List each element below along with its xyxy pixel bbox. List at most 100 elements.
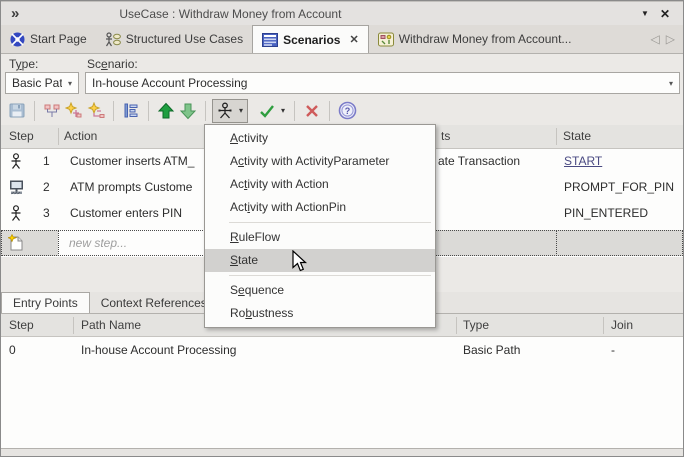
- step-action[interactable]: Customer enters PIN: [70, 206, 182, 220]
- column-divider[interactable]: [58, 128, 59, 145]
- column-header-step: Step: [9, 318, 34, 332]
- toolbar-separator: [205, 101, 206, 121]
- menu-item-ruleflow[interactable]: RuleFlow: [205, 226, 435, 249]
- tab-label: Start Page: [30, 32, 87, 46]
- structure-icon: [43, 102, 61, 120]
- check-icon: [258, 102, 276, 120]
- add-sibling-step-button[interactable]: [63, 100, 85, 122]
- tab-label: Scenarios: [283, 33, 340, 47]
- tab-scenarios[interactable]: Scenarios ✕: [252, 25, 369, 53]
- system-icon: [8, 179, 25, 199]
- svg-text:?: ?: [344, 106, 350, 116]
- outline-icon: [122, 102, 140, 120]
- column-divider[interactable]: [556, 128, 557, 145]
- tab-context-references[interactable]: Context References: [90, 292, 219, 313]
- tab-nav-next-icon[interactable]: ▷: [666, 32, 675, 46]
- delete-x-icon: [303, 102, 321, 120]
- step-action[interactable]: ATM prompts Custome: [70, 180, 192, 194]
- help-icon: ?: [338, 101, 357, 120]
- entry-type: Basic Path: [463, 343, 520, 357]
- menu-item-activity-with-activityparameter[interactable]: Activity with ActivityParameter: [205, 150, 435, 173]
- scenario-list-icon: [262, 33, 278, 47]
- use-case-icon: [105, 32, 121, 47]
- window-close-icon[interactable]: ✕: [655, 7, 675, 21]
- titlebar: » UseCase : Withdraw Money from Account …: [1, 1, 683, 25]
- generate-diagram-dropdown-arrow[interactable]: ▾: [236, 106, 246, 115]
- scenarios-editor-window: » UseCase : Withdraw Money from Account …: [0, 0, 684, 457]
- column-divider[interactable]: [73, 317, 74, 334]
- entry-step: 0: [9, 343, 16, 357]
- entry-point-row[interactable]: 0 In-house Account Processing Basic Path…: [1, 337, 683, 363]
- chevron-down-icon[interactable]: ▾: [62, 79, 78, 88]
- column-header-type: Type: [463, 318, 489, 332]
- scenario-label: Scenario:: [87, 57, 138, 71]
- generate-diagram-button-group: ▾: [212, 99, 248, 123]
- tab-structured-use-cases[interactable]: Structured Use Cases: [96, 25, 252, 53]
- document-tabbar: Start Page Structured Use Cases Scenario…: [1, 25, 683, 54]
- mouse-cursor-icon: [292, 250, 309, 276]
- column-header-join: Join: [611, 318, 633, 332]
- new-step-state-cell[interactable]: [556, 230, 683, 256]
- step-state[interactable]: PIN_ENTERED: [564, 206, 648, 220]
- scenario-toolbar: ▾ ▾ ?: [1, 96, 683, 125]
- menu-item-activity-with-actionpin[interactable]: Activity with ActionPin: [205, 196, 435, 219]
- tab-label: Context References: [101, 296, 207, 310]
- outline-numbering-button[interactable]: [120, 100, 142, 122]
- scenario-fields-panel: Type: Basic Path ▾ Scenario: In-house Ac…: [1, 54, 683, 96]
- toolbar-separator: [148, 101, 149, 121]
- menu-item-robustness[interactable]: Robustness: [205, 302, 435, 325]
- toolbar-separator: [34, 101, 35, 121]
- save-button[interactable]: [6, 100, 28, 122]
- chevron-down-icon[interactable]: ▾: [663, 79, 679, 88]
- column-header-action: Action: [64, 129, 97, 143]
- scenario-value: In-house Account Processing: [86, 76, 663, 90]
- start-page-icon: [10, 32, 25, 47]
- type-label: Type:: [9, 57, 38, 71]
- actor-icon: [8, 153, 24, 173]
- menu-item-sequence[interactable]: Sequence: [205, 279, 435, 302]
- validate-dropdown-arrow[interactable]: ▾: [278, 106, 288, 115]
- type-select[interactable]: Basic Path ▾: [5, 72, 79, 94]
- entry-path-name: In-house Account Processing: [81, 343, 236, 357]
- menu-separator: [229, 275, 431, 276]
- scenario-select[interactable]: In-house Account Processing ▾: [85, 72, 680, 94]
- column-divider[interactable]: [456, 317, 457, 334]
- step-state[interactable]: PROMPT_FOR_PIN: [564, 180, 674, 194]
- add-child-step-button[interactable]: [85, 100, 107, 122]
- tab-withdraw-money[interactable]: Withdraw Money from Account...: [369, 25, 581, 53]
- toolbar-separator: [113, 101, 114, 121]
- chevrons-right-icon[interactable]: »: [11, 5, 19, 22]
- add-child-icon: [87, 102, 105, 120]
- tab-start-page[interactable]: Start Page: [1, 25, 96, 53]
- step-results-fragment[interactable]: ate Transaction: [438, 154, 520, 168]
- help-button[interactable]: ?: [336, 100, 358, 122]
- window-title: UseCase : Withdraw Money from Account: [119, 7, 341, 21]
- new-step-icon-cell[interactable]: [1, 230, 59, 256]
- arrow-up-icon: [157, 102, 175, 120]
- generate-structure-button[interactable]: [41, 100, 63, 122]
- toolbar-separator: [294, 101, 295, 121]
- step-number: 1: [43, 154, 50, 168]
- step-state-link[interactable]: START: [564, 154, 602, 168]
- validate-button[interactable]: [256, 100, 278, 122]
- menu-item-activity-with-action[interactable]: Activity with Action: [205, 173, 435, 196]
- bottom-strip: [1, 448, 683, 456]
- menu-item-state[interactable]: State: [205, 249, 435, 272]
- move-step-up-button[interactable]: [155, 100, 177, 122]
- tab-entry-points[interactable]: Entry Points: [1, 292, 90, 313]
- tab-close-icon[interactable]: ✕: [349, 33, 358, 46]
- step-number: 2: [43, 180, 50, 194]
- column-header-path-name: Path Name: [81, 318, 141, 332]
- column-divider[interactable]: [603, 317, 604, 334]
- column-header-state: State: [563, 129, 591, 143]
- generate-diagram-menu: Activity Activity with ActivityParameter…: [204, 124, 436, 328]
- step-action[interactable]: Customer inserts ATM_: [70, 154, 194, 168]
- menu-item-activity[interactable]: Activity: [205, 127, 435, 150]
- generate-diagram-button[interactable]: [214, 100, 236, 122]
- menu-separator: [229, 222, 431, 223]
- delete-step-button[interactable]: [301, 100, 323, 122]
- move-step-down-button[interactable]: [177, 100, 199, 122]
- window-menu-arrow-icon[interactable]: ▼: [635, 9, 655, 18]
- tab-navigation: ◁ ▷: [651, 25, 683, 53]
- tab-nav-prev-icon[interactable]: ◁: [651, 32, 660, 46]
